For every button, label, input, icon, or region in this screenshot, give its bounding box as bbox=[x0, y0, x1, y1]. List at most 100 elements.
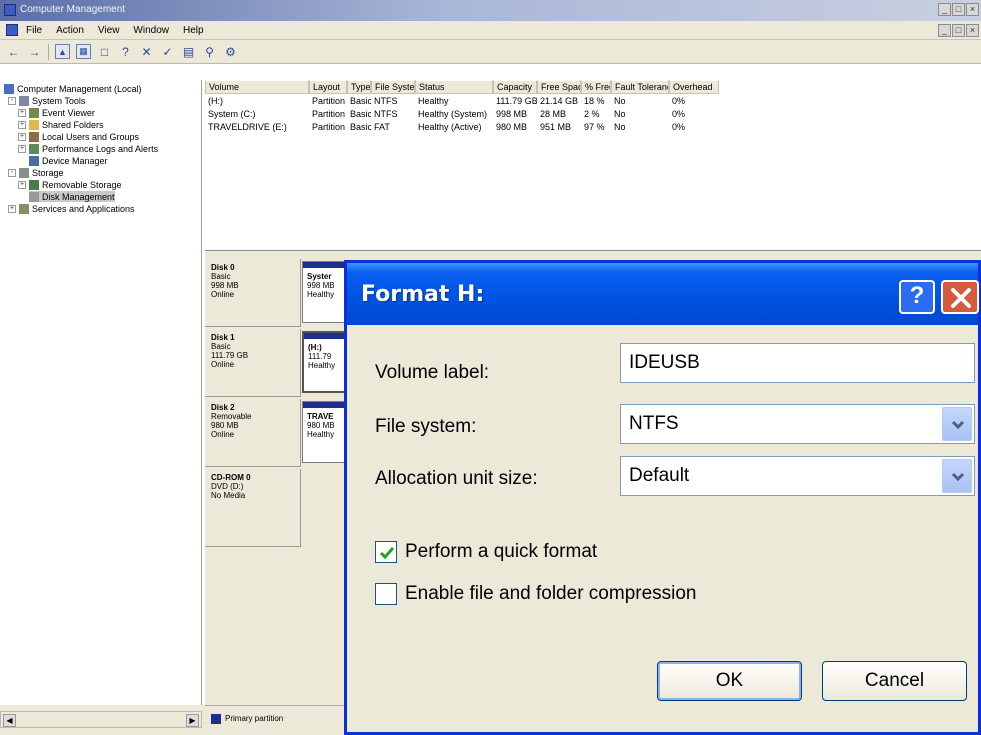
col-status[interactable]: Status bbox=[415, 80, 493, 94]
free-cell: 28 MB bbox=[540, 109, 567, 119]
col-fault-tolerance[interactable]: Fault Tolerance bbox=[611, 80, 669, 94]
table-row[interactable]: (H:) Partition Basic NTFS Healthy 111.79… bbox=[205, 95, 719, 108]
col-type[interactable]: Type bbox=[347, 80, 371, 94]
pct-cell: 18 % bbox=[584, 96, 605, 106]
volume-label-input[interactable]: IDEUSB bbox=[620, 343, 975, 383]
quick-format-checkbox[interactable]: Perform a quick format bbox=[375, 541, 597, 563]
cancel-button[interactable]: Cancel bbox=[822, 661, 967, 701]
expand-icon[interactable]: + bbox=[18, 144, 26, 153]
menu-action[interactable]: Action bbox=[56, 25, 84, 36]
quick-format-checkbox-box[interactable] bbox=[375, 541, 397, 563]
file-system-select[interactable]: NTFS bbox=[620, 404, 975, 444]
tree-node-services-applications[interactable]: + Services and Applications bbox=[8, 203, 135, 214]
child-close-button[interactable]: × bbox=[966, 24, 979, 37]
properties-icon[interactable]: □ bbox=[97, 44, 112, 59]
tree-node-storage[interactable]: - Storage bbox=[8, 167, 64, 178]
file-system-dropdown-button[interactable] bbox=[942, 407, 972, 441]
status-cell: Healthy bbox=[418, 96, 449, 106]
maximize-button[interactable]: □ bbox=[952, 3, 965, 16]
col-capacity[interactable]: Capacity bbox=[493, 80, 537, 94]
col-overhead[interactable]: Overhead bbox=[669, 80, 719, 94]
menu-view[interactable]: View bbox=[98, 25, 120, 36]
toolbar-separator bbox=[48, 43, 49, 60]
disk-1-label[interactable]: Disk 1 Basic 111.79 GB Online bbox=[205, 329, 301, 397]
disk-0-label[interactable]: Disk 0 Basic 998 MB Online bbox=[205, 259, 301, 327]
table-row[interactable]: System (C:) Partition Basic NTFS Healthy… bbox=[205, 108, 719, 121]
tree-node-shared-folders[interactable]: + Shared Folders bbox=[18, 119, 104, 130]
allocation-unit-size-select[interactable]: Default bbox=[620, 456, 975, 496]
tree-node-system-tools[interactable]: - System Tools bbox=[8, 95, 85, 106]
key-icon[interactable]: ⚙ bbox=[223, 44, 238, 59]
allocation-unit-size-dropdown-button[interactable] bbox=[942, 459, 972, 493]
window-titlebar: Computer Management _ □ × bbox=[0, 0, 981, 21]
ok-button[interactable]: OK bbox=[657, 661, 802, 701]
users-icon bbox=[29, 131, 39, 142]
type-cell: Basic bbox=[350, 96, 371, 106]
capacity-cell: 998 MB bbox=[496, 109, 528, 119]
type-cell: Basic bbox=[350, 122, 371, 132]
table-row[interactable]: TRAVELDRIVE (E:) Partition Basic FAT Hea… bbox=[205, 121, 719, 134]
menu-bar: File Action View Window Help _ □ × bbox=[0, 21, 981, 40]
collapse-icon[interactable]: - bbox=[8, 96, 16, 105]
expand-icon[interactable]: + bbox=[18, 180, 26, 189]
col-file-system[interactable]: File System bbox=[371, 80, 415, 94]
scroll-left-icon[interactable]: ◀ bbox=[3, 714, 16, 727]
event-viewer-icon bbox=[29, 107, 39, 118]
expand-icon[interactable]: + bbox=[18, 132, 26, 141]
col-free-space[interactable]: Free Space bbox=[537, 80, 581, 94]
check-icon[interactable]: ✓ bbox=[160, 44, 175, 59]
expand-icon[interactable]: + bbox=[18, 120, 26, 129]
disk-2-label[interactable]: Disk 2 Removable 980 MB Online bbox=[205, 399, 301, 467]
status-cell: Healthy (Active) bbox=[418, 122, 482, 132]
scroll-right-icon[interactable]: ▶ bbox=[186, 714, 199, 727]
tree-node-device-manager[interactable]: Device Manager bbox=[29, 155, 108, 166]
fault-cell: No bbox=[614, 122, 626, 132]
open-folder-icon[interactable]: ▤ bbox=[181, 44, 196, 59]
help-button[interactable]: ? bbox=[899, 280, 935, 314]
services-icon bbox=[19, 203, 29, 214]
legend-primary-partition: Primary partition bbox=[225, 714, 284, 723]
menu-help[interactable]: Help bbox=[183, 25, 204, 36]
layout-cell: Partition bbox=[312, 96, 346, 106]
compression-checkbox[interactable]: Enable file and folder compression bbox=[375, 583, 697, 605]
show-tree-icon[interactable]: ▦ bbox=[76, 44, 91, 59]
chevron-down-icon bbox=[951, 420, 965, 430]
minimize-button[interactable]: _ bbox=[938, 3, 951, 16]
close-button[interactable]: × bbox=[966, 3, 979, 16]
dialog-close-button[interactable] bbox=[941, 280, 979, 314]
type-cell: Basic bbox=[350, 109, 371, 119]
forward-arrow-icon[interactable]: → bbox=[27, 44, 42, 59]
fs-cell: NTFS bbox=[374, 109, 398, 119]
col-layout[interactable]: Layout bbox=[309, 80, 347, 94]
menu-file[interactable]: File bbox=[26, 25, 42, 36]
cdrom-0-label[interactable]: CD-ROM 0 DVD (D:) No Media bbox=[205, 469, 301, 547]
tree-node-performance-logs[interactable]: + Performance Logs and Alerts bbox=[18, 143, 158, 154]
tree-node-local-users[interactable]: + Local Users and Groups bbox=[18, 131, 139, 142]
back-arrow-icon[interactable]: ← bbox=[6, 44, 21, 59]
delete-icon[interactable]: ✕ bbox=[139, 44, 154, 59]
help-icon[interactable]: ? bbox=[118, 44, 133, 59]
volume-list: Volume Layout Type File System Status Ca… bbox=[205, 80, 981, 250]
overhead-cell: 0% bbox=[672, 109, 686, 119]
collapse-icon[interactable]: - bbox=[8, 168, 16, 177]
child-maximize-button[interactable]: □ bbox=[952, 24, 965, 37]
horizontal-scrollbar[interactable]: ◀ ▶ bbox=[0, 711, 202, 728]
compression-checkbox-box[interactable] bbox=[375, 583, 397, 605]
expand-icon[interactable]: + bbox=[18, 108, 26, 117]
tree-node-event-viewer[interactable]: + Event Viewer bbox=[18, 107, 95, 118]
tree-node-disk-management[interactable]: Disk Management bbox=[29, 191, 115, 202]
search-icon[interactable]: ⚲ bbox=[202, 44, 217, 59]
computer-icon bbox=[4, 83, 14, 94]
computer-management-icon bbox=[4, 4, 16, 16]
checkmark-icon bbox=[379, 547, 395, 560]
col-percent-free[interactable]: % Free bbox=[581, 80, 611, 94]
layout-cell: Partition bbox=[312, 109, 346, 119]
child-minimize-button[interactable]: _ bbox=[938, 24, 951, 37]
tree-node-removable-storage[interactable]: + Removable Storage bbox=[18, 179, 122, 190]
document-icon[interactable] bbox=[6, 24, 18, 36]
menu-window[interactable]: Window bbox=[133, 25, 169, 36]
col-volume[interactable]: Volume bbox=[205, 80, 309, 94]
tree-node-computer-management[interactable]: Computer Management (Local) bbox=[4, 83, 142, 94]
up-folder-icon[interactable]: ▲ bbox=[55, 44, 70, 59]
expand-icon[interactable]: + bbox=[8, 204, 16, 213]
